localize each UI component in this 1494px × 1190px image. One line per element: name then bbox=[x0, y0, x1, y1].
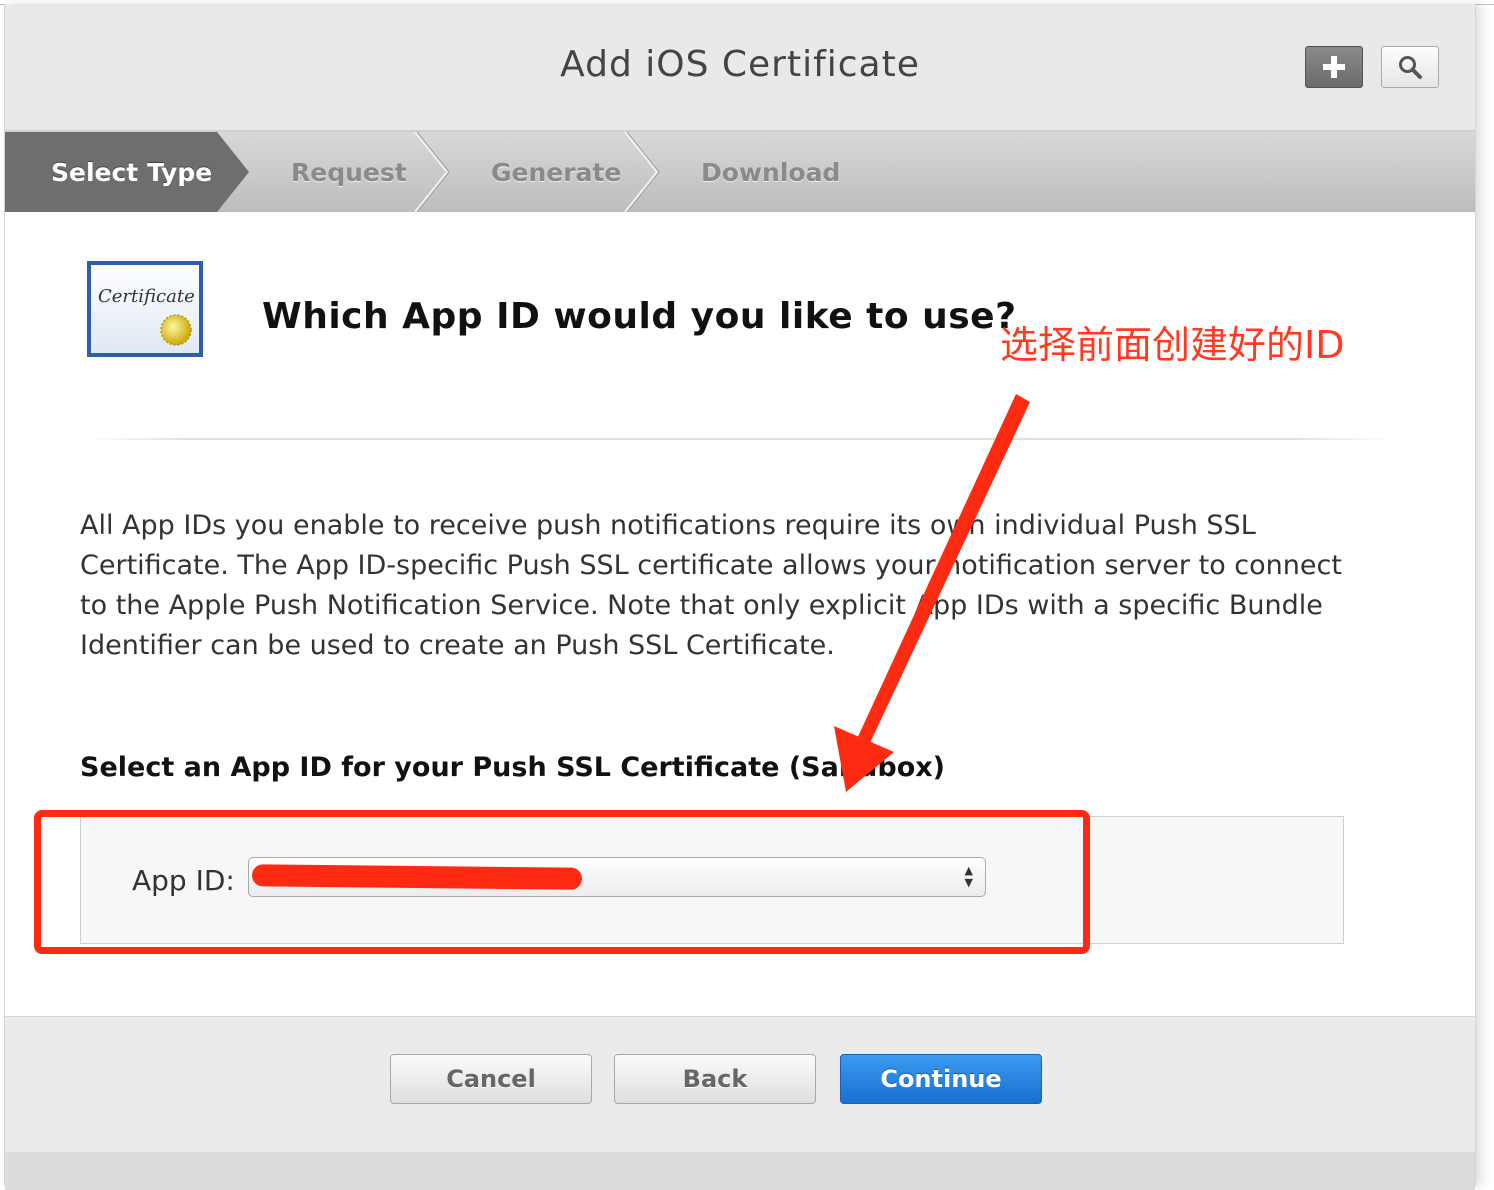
cancel-button[interactable]: Cancel bbox=[390, 1054, 592, 1104]
step-request: Request bbox=[291, 158, 407, 187]
add-button[interactable] bbox=[1305, 46, 1363, 88]
certificate-icon-text: Certificate bbox=[98, 286, 195, 307]
annotation-text: 选择前面创建好的ID bbox=[1000, 323, 1345, 367]
certificate-icon: Certificate bbox=[86, 260, 204, 358]
annotation-highlight-box bbox=[34, 810, 1090, 954]
step-generate: Generate bbox=[491, 158, 622, 187]
page-title: Add iOS Certificate bbox=[560, 44, 920, 85]
step-select-type: Select Type bbox=[51, 158, 213, 187]
continue-button[interactable]: Continue bbox=[840, 1054, 1042, 1104]
select-app-id-heading: Select an App ID for your Push SSL Certi… bbox=[80, 752, 946, 783]
search-icon bbox=[1399, 56, 1422, 79]
description-text: All App IDs you enable to receive push n… bbox=[80, 510, 1342, 661]
question-heading: Which App ID would you like to use? bbox=[262, 296, 1017, 337]
back-button[interactable]: Back bbox=[614, 1054, 816, 1104]
step-download: Download bbox=[701, 158, 841, 187]
section-divider bbox=[85, 438, 1395, 440]
bottom-strip bbox=[5, 1152, 1475, 1190]
search-button[interactable] bbox=[1381, 46, 1439, 88]
wizard-steps: Select Type Request Generate Download bbox=[5, 132, 1475, 212]
header-bar: Add iOS Certificate bbox=[5, 4, 1475, 132]
plus-icon bbox=[1323, 56, 1345, 78]
